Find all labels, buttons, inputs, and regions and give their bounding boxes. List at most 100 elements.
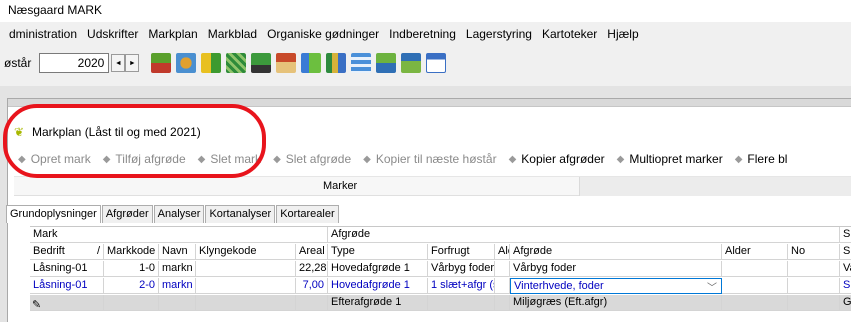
col-header-s[interactable]: S [840, 244, 851, 260]
cell-type[interactable]: Hovedafgrøde 1 [328, 278, 428, 294]
year-prev-button[interactable]: ◄ [111, 54, 126, 72]
cell-afgrode[interactable]: Miljøgræs (Eft.afgr) [510, 295, 722, 311]
cell-alder[interactable] [722, 295, 788, 311]
cell-klyngekode[interactable] [196, 261, 296, 277]
cell-bedrift[interactable]: Låsning-01 [30, 278, 104, 294]
col-header-klyngekode[interactable]: Klyngekode [196, 244, 296, 260]
cell-bedrift[interactable]: Låsning-01 [30, 261, 104, 277]
action-label: Opret mark [30, 152, 91, 166]
cell-s[interactable]: Va [840, 261, 851, 277]
cell-navn[interactable] [159, 295, 196, 311]
table-row[interactable]: Låsning-01 1-0 markn 22,28 Hovedafgrøde … [30, 261, 851, 277]
cell-forfrugt[interactable]: 1 slæt+afgr (s [428, 278, 495, 294]
menu-organiske-godninger[interactable]: Organiske gødninger [262, 27, 384, 41]
cell-type[interactable]: Efterafgrøde 1 [328, 295, 428, 311]
cell-markkode[interactable] [104, 295, 159, 311]
cell-markkode[interactable]: 2-0 [104, 278, 159, 294]
col-header-no[interactable]: No [788, 244, 840, 260]
menu-indberetning[interactable]: Indberetning [384, 27, 461, 41]
harvest-year-input[interactable]: 2020 [39, 53, 110, 73]
menu-hjaelp[interactable]: Hjælp [602, 27, 643, 41]
tab-kortanalyser[interactable]: Kortanalyser [205, 205, 276, 223]
menu-markplan[interactable]: Markplan [143, 27, 202, 41]
fertilizer-icon[interactable] [176, 53, 197, 73]
action-label: Slet mark [210, 152, 262, 166]
chart-icon[interactable] [326, 53, 347, 73]
tab-grundoplysninger[interactable]: Grundoplysninger [6, 205, 101, 223]
afgrode-dropdown[interactable]: Vinterhvede, foder ﹀ [510, 278, 722, 294]
col-header-bedrift[interactable]: Bedrift [30, 244, 70, 260]
cell-alder[interactable] [722, 278, 788, 294]
farm-icon[interactable] [151, 53, 172, 73]
cell-alder[interactable] [722, 261, 788, 277]
tab-kortarealer[interactable]: Kortarealer [276, 205, 339, 223]
cell-klyngekode[interactable] [196, 278, 296, 294]
col-header-type[interactable]: Type [328, 244, 428, 260]
kopier-til-naeste-hoestaar-button[interactable]: ◆ Kopier til næste høstår [363, 152, 496, 166]
kopier-afgroder-button[interactable]: ◆ Kopier afgrøder [509, 152, 605, 166]
table-row[interactable]: Låsning-01 2-0 markn 7,00 Hovedafgrøde 1… [30, 278, 851, 294]
cell-navn[interactable]: markn [159, 261, 196, 277]
cell-no[interactable] [788, 261, 840, 277]
cell-s[interactable]: Gr [840, 295, 851, 311]
cell-forfrugt[interactable] [428, 295, 495, 311]
sprayer-icon[interactable] [301, 53, 322, 73]
col-header-afgrode[interactable]: Afgrøde [510, 244, 722, 260]
cell-alc[interactable] [495, 261, 510, 277]
menu-markblad[interactable]: Markblad [203, 27, 262, 41]
cell-navn[interactable]: markn [159, 278, 196, 294]
table-icon[interactable] [351, 53, 372, 73]
menu-administration[interactable]: dministration [4, 27, 82, 41]
toolbar-icons [151, 53, 451, 73]
table-row[interactable]: Efterafgrøde 1 Miljøgræs (Eft.afgr) Gr [30, 295, 851, 311]
col-header-alc[interactable]: Alc [495, 244, 510, 260]
cell-areal[interactable]: 7,00 [296, 278, 328, 294]
calendar-icon[interactable] [426, 53, 447, 73]
cell-type[interactable]: Hovedafgrøde 1 [328, 261, 428, 277]
field-map-icon[interactable] [226, 53, 247, 73]
cell-areal[interactable]: 22,28 [296, 261, 328, 277]
cell-s[interactable]: Sl [840, 278, 851, 294]
menu-kartoteker[interactable]: Kartoteker [537, 27, 602, 41]
col-header-areal[interactable]: Areal [296, 244, 328, 260]
year-next-button[interactable]: ► [125, 54, 140, 72]
harvest-year-label: østår [4, 56, 32, 70]
title-bar: Næsgaard MARK [0, 0, 851, 22]
cell-no[interactable] [788, 278, 840, 294]
action-label: Slet afgrøde [285, 152, 352, 166]
col-header-navn[interactable]: Navn [159, 244, 196, 260]
group-header-mark: Mark [30, 227, 328, 243]
menu-lagerstyring[interactable]: Lagerstyring [461, 27, 537, 41]
app-window: Næsgaard MARK dministration Udskrifter M… [0, 0, 851, 322]
menu-udskrifter[interactable]: Udskrifter [82, 27, 143, 41]
tab-afgroder[interactable]: Afgrøder [101, 205, 153, 223]
cell-markkode[interactable]: 1-0 [104, 261, 159, 277]
crop-icon[interactable] [201, 53, 222, 73]
cell-alc[interactable] [495, 278, 510, 294]
chevron-down-icon[interactable]: ﹀ [707, 279, 717, 293]
cell-areal[interactable] [296, 295, 328, 311]
col-header-markkode[interactable]: Markkode [104, 244, 159, 260]
warehouse-icon[interactable] [401, 53, 422, 73]
calc-icon[interactable] [376, 53, 397, 73]
tractor-icon[interactable] [251, 53, 272, 73]
col-header-forfrugt[interactable]: Forfrugt [428, 244, 495, 260]
group-header-afgrode: Afgrøde [328, 227, 840, 243]
cell-forfrugt[interactable]: Vårbyg foder [428, 261, 495, 277]
tilfoej-afgrode-button[interactable]: ◆ Tilføj afgrøde [103, 152, 186, 166]
cell-afgrode[interactable]: Vårbyg foder [510, 261, 722, 277]
tab-analyser[interactable]: Analyser [153, 205, 205, 223]
cell-no[interactable] [788, 295, 840, 311]
col-header-alder[interactable]: Alder [722, 244, 788, 260]
cell-alc[interactable] [495, 295, 510, 311]
barn-icon[interactable] [276, 53, 297, 73]
slet-mark-button[interactable]: ◆ Slet mark [198, 152, 261, 166]
section-header-right [579, 177, 851, 196]
multiopret-marker-button[interactable]: ◆ Multiopret marker [617, 152, 723, 166]
grid-column-header-row: Bedrift / Markkode Navn Klyngekode Areal… [30, 244, 851, 260]
cell-klyngekode[interactable] [196, 295, 296, 311]
slet-afgrode-button[interactable]: ◆ Slet afgrøde [273, 152, 351, 166]
opret-mark-button[interactable]: ◆ Opret mark [18, 152, 91, 166]
action-label: Kopier afgrøder [521, 152, 605, 166]
flere-button[interactable]: ◆ Flere bl [735, 152, 788, 166]
